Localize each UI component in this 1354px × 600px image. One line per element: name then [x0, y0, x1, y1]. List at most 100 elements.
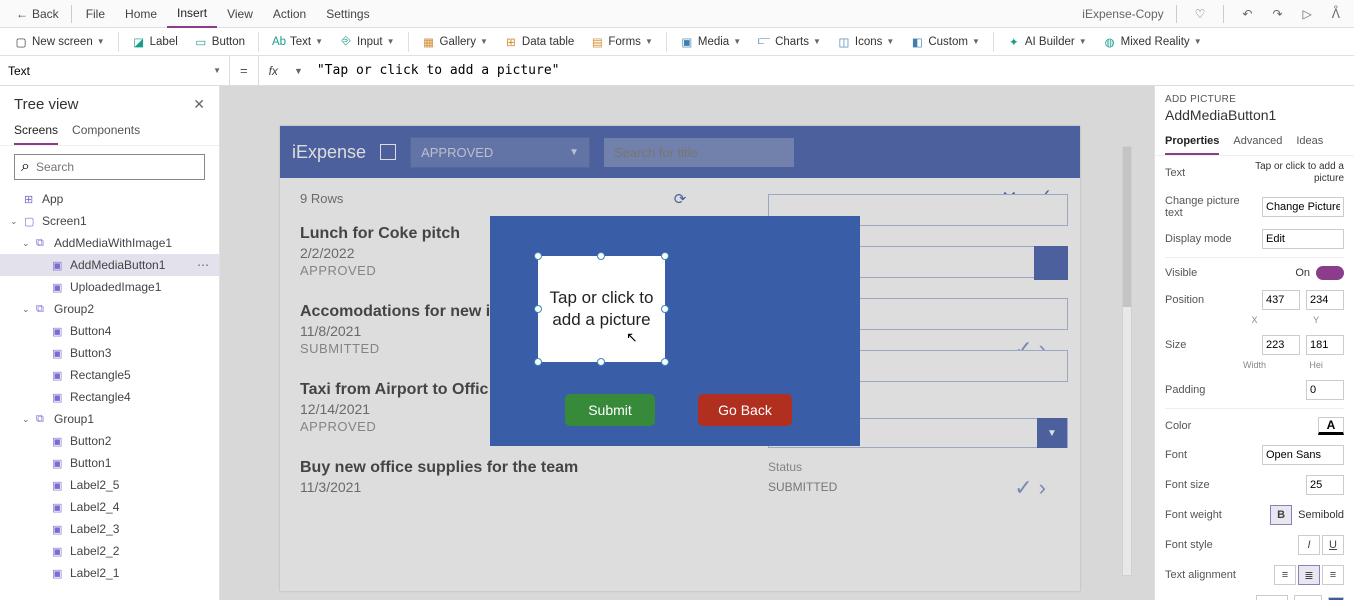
underline-button[interactable]: U	[1322, 535, 1344, 555]
tab-advanced[interactable]: Advanced	[1233, 129, 1282, 155]
tree-node-button3[interactable]: ▣Button3	[0, 342, 219, 364]
size-h-lbl: Hei	[1288, 360, 1344, 370]
media-button[interactable]: ▣ Media ▼	[674, 32, 747, 52]
label-icon: ◪	[132, 35, 146, 49]
resize-handle[interactable]	[661, 305, 669, 313]
undo-icon[interactable]: ↶	[1236, 3, 1258, 25]
text-button[interactable]: Ab Text ▼	[266, 32, 329, 52]
align-left-button[interactable]: ≡	[1274, 565, 1296, 585]
new-screen-label: New screen	[32, 36, 93, 48]
resize-handle[interactable]	[661, 358, 669, 366]
position-y-input[interactable]	[1306, 290, 1344, 310]
icons-button[interactable]: ◫ Icons ▼	[831, 32, 900, 52]
font-color-swatch[interactable]: A	[1318, 417, 1344, 435]
submit-button[interactable]: Submit	[565, 394, 655, 426]
label-button[interactable]: ◪ Label	[126, 32, 184, 52]
tree-node-group1[interactable]: ⌄⧉Group1	[0, 408, 219, 430]
resize-handle[interactable]	[534, 358, 542, 366]
add-media-button[interactable]: Tap or click to add a picture	[538, 256, 665, 362]
resize-handle[interactable]	[534, 252, 542, 260]
redo-icon[interactable]: ↷	[1266, 3, 1288, 25]
chevron-down-icon[interactable]: ▼	[288, 66, 309, 76]
menu-action[interactable]: Action	[263, 1, 316, 27]
tab-components[interactable]: Components	[72, 117, 140, 145]
tree-node-button4[interactable]: ▣Button4	[0, 320, 219, 342]
custom-button[interactable]: ◧ Custom ▼	[904, 32, 986, 52]
position-x-input[interactable]	[1262, 290, 1300, 310]
back-button[interactable]: ← Back	[8, 3, 67, 25]
tree-node-app[interactable]: ⊞App	[0, 188, 219, 210]
scrollbar[interactable]	[1122, 146, 1132, 576]
close-icon[interactable]: ✕	[193, 96, 205, 113]
chevron-down-icon: ▼	[387, 37, 395, 46]
tree-node-rectangle4[interactable]: ▣Rectangle4	[0, 386, 219, 408]
bold-button[interactable]: B	[1270, 505, 1292, 525]
custom-icon: ◧	[910, 35, 924, 49]
prop-change-input[interactable]	[1262, 197, 1344, 217]
play-icon[interactable]: ▷	[1297, 3, 1318, 25]
resize-handle[interactable]	[597, 358, 605, 366]
tree-node-label2_2[interactable]: ▣Label2_2	[0, 540, 219, 562]
scrollbar-thumb[interactable]	[1123, 147, 1131, 307]
resize-handle[interactable]	[534, 305, 542, 313]
button-button[interactable]: ▭ Button	[188, 32, 251, 52]
prop-font-label: Font	[1165, 449, 1256, 461]
italic-button[interactable]: I	[1298, 535, 1320, 555]
new-screen-button[interactable]: ▢ New screen ▼	[8, 32, 111, 52]
node-label: Button2	[70, 434, 111, 448]
align-right-button[interactable]: ≡	[1322, 565, 1344, 585]
visible-toggle[interactable]	[1316, 266, 1344, 280]
gallery-button[interactable]: ▦ Gallery ▼	[416, 32, 494, 52]
mixedreality-button[interactable]: ◍ Mixed Reality ▼	[1097, 32, 1208, 52]
align-center-button[interactable]: ≣	[1298, 565, 1320, 585]
border-style-button[interactable]: — ▾	[1256, 595, 1288, 600]
tree-node-addmediabutton1[interactable]: ▣AddMediaButton1⋯	[0, 254, 219, 276]
tree-search-input[interactable]	[36, 160, 198, 174]
node-icon: ▣	[52, 501, 66, 514]
charts-button[interactable]: ⫍ Charts ▼	[751, 32, 827, 52]
tab-ideas[interactable]: Ideas	[1296, 129, 1323, 155]
prop-text-value[interactable]: Tap or click to add a picture	[1254, 161, 1344, 185]
tree-search[interactable]: ⌕	[14, 154, 205, 180]
resize-handle[interactable]	[661, 252, 669, 260]
tree-node-label2_4[interactable]: ▣Label2_4	[0, 496, 219, 518]
tab-screens[interactable]: Screens	[14, 117, 58, 145]
menu-file[interactable]: File	[76, 1, 115, 27]
chevron-down-icon: ⌄	[22, 414, 32, 425]
menu-insert[interactable]: Insert	[167, 0, 217, 28]
tree-node-rectangle5[interactable]: ▣Rectangle5	[0, 364, 219, 386]
tree-node-uploadedimage1[interactable]: ▣UploadedImage1	[0, 276, 219, 298]
datatable-button[interactable]: ⊞ Data table	[498, 32, 580, 52]
size-w-input[interactable]	[1262, 335, 1300, 355]
property-selector[interactable]: Text ▼	[0, 56, 230, 85]
tree-node-screen1[interactable]: ⌄▢Screen1	[0, 210, 219, 232]
goback-button[interactable]: Go Back	[698, 394, 792, 426]
formula-input[interactable]	[309, 56, 1354, 85]
menu-view[interactable]: View	[217, 1, 263, 27]
tree-node-button2[interactable]: ▣Button2	[0, 430, 219, 452]
border-input[interactable]	[1294, 595, 1322, 600]
tab-properties[interactable]: Properties	[1165, 129, 1219, 155]
menu-settings[interactable]: Settings	[316, 1, 379, 27]
tree-node-button1[interactable]: ▣Button1	[0, 452, 219, 474]
health-icon[interactable]: ♡	[1189, 3, 1212, 25]
aibuilder-button[interactable]: ✦ AI Builder ▼	[1001, 32, 1093, 52]
more-icon[interactable]: ⋯	[197, 258, 209, 272]
tree-node-label2_3[interactable]: ▣Label2_3	[0, 518, 219, 540]
node-icon: ▣	[52, 567, 66, 580]
size-h-input[interactable]	[1306, 335, 1344, 355]
tree-node-addmediawithimage1[interactable]: ⌄⧉AddMediaWithImage1	[0, 232, 219, 254]
prop-displaymode-input[interactable]	[1262, 229, 1344, 249]
input-button[interactable]: ⎆ Input ▼	[333, 32, 401, 52]
share-icon[interactable]: ᐰ	[1326, 3, 1346, 25]
padding-input[interactable]	[1306, 380, 1344, 400]
tree-node-group2[interactable]: ⌄⧉Group2	[0, 298, 219, 320]
font-input[interactable]	[1262, 445, 1344, 465]
resize-handle[interactable]	[597, 252, 605, 260]
forms-button[interactable]: ▤ Forms ▼	[584, 32, 659, 52]
tree-node-label2_5[interactable]: ▣Label2_5	[0, 474, 219, 496]
fontsize-input[interactable]	[1306, 475, 1344, 495]
tree-node-label2_1[interactable]: ▣Label2_1	[0, 562, 219, 584]
node-label: AddMediaWithImage1	[54, 236, 172, 250]
menu-home[interactable]: Home	[115, 1, 167, 27]
